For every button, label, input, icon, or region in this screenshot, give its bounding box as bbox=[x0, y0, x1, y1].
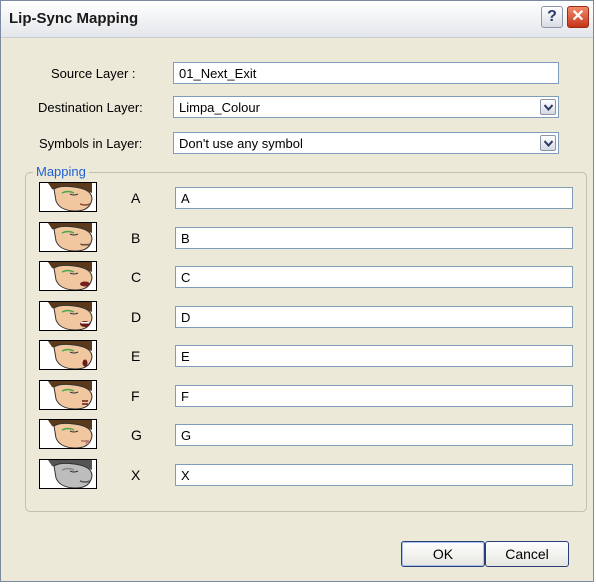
destination-layer-label: Destination Layer: bbox=[38, 100, 143, 115]
mapping-letter-label: G bbox=[131, 427, 142, 443]
mapping-letter-label: F bbox=[131, 388, 140, 404]
mapping-field-d[interactable]: D bbox=[175, 306, 573, 328]
help-button[interactable]: ? bbox=[541, 6, 563, 28]
close-icon: ✕ bbox=[571, 8, 585, 25]
dialog-title: Lip-Sync Mapping bbox=[9, 10, 139, 27]
chevron-down-icon[interactable] bbox=[540, 135, 556, 151]
cancel-button[interactable]: Cancel bbox=[485, 541, 569, 567]
mapping-letter-label: E bbox=[131, 348, 141, 364]
mapping-field-g[interactable]: G bbox=[175, 424, 573, 446]
source-layer-field[interactable]: 01_Next_Exit bbox=[173, 62, 559, 84]
mouth-g-thumbnail-icon bbox=[39, 419, 97, 449]
close-button[interactable]: ✕ bbox=[567, 6, 589, 28]
help-icon: ? bbox=[547, 8, 557, 25]
ok-button[interactable]: OK bbox=[401, 541, 485, 567]
mapping-field-c[interactable]: C bbox=[175, 266, 573, 288]
symbols-in-layer-value: Don't use any symbol bbox=[179, 136, 303, 151]
symbols-in-layer-label: Symbols in Layer: bbox=[39, 136, 143, 151]
mapping-field-f[interactable]: F bbox=[175, 385, 573, 407]
symbols-in-layer-dropdown[interactable]: Don't use any symbol bbox=[173, 132, 559, 154]
mapping-groupbox bbox=[25, 172, 587, 512]
mapping-letter-label: B bbox=[131, 230, 141, 246]
mapping-letter-label: C bbox=[131, 269, 142, 285]
mapping-letter-label: X bbox=[131, 467, 141, 483]
destination-layer-dropdown[interactable]: Limpa_Colour bbox=[173, 96, 559, 118]
mouth-c-thumbnail-icon bbox=[39, 261, 97, 291]
mouth-d-thumbnail-icon bbox=[39, 301, 97, 331]
mapping-field-b[interactable]: B bbox=[175, 227, 573, 249]
chevron-down-icon[interactable] bbox=[540, 99, 556, 115]
mouth-b-thumbnail-icon bbox=[39, 222, 97, 252]
mapping-group-label: Mapping bbox=[33, 164, 89, 179]
mapping-field-a[interactable]: A bbox=[175, 187, 573, 209]
mouth-e-thumbnail-icon bbox=[39, 340, 97, 370]
mapping-field-x[interactable]: X bbox=[175, 464, 573, 486]
mapping-field-e[interactable]: E bbox=[175, 345, 573, 367]
mouth-x-thumbnail-icon bbox=[39, 459, 97, 489]
source-layer-label: Source Layer : bbox=[51, 66, 136, 81]
lip-sync-mapping-dialog: Lip-Sync Mapping ? ✕ Source Layer : 01_N… bbox=[0, 0, 594, 582]
mouth-a-thumbnail-icon bbox=[39, 182, 97, 212]
mapping-letter-label: A bbox=[131, 190, 141, 206]
mapping-letter-label: D bbox=[131, 309, 142, 325]
mouth-f-thumbnail-icon bbox=[39, 380, 97, 410]
title-bar[interactable]: Lip-Sync Mapping ? ✕ bbox=[1, 1, 593, 38]
destination-layer-value: Limpa_Colour bbox=[179, 100, 260, 115]
